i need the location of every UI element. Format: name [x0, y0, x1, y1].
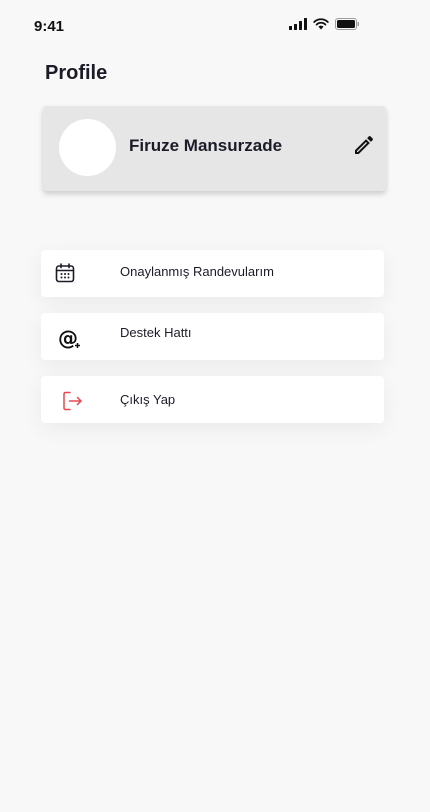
edit-profile-button[interactable] — [352, 133, 376, 157]
user-name: Firuze Mansurzade — [129, 136, 283, 155]
status-bar: 9:41 — [0, 0, 430, 52]
status-icons — [289, 18, 360, 30]
logout-icon — [61, 389, 85, 413]
menu-item-label: Destek Hattı — [120, 325, 192, 340]
status-time: 9:41 — [34, 18, 65, 35]
wifi-icon — [313, 18, 329, 30]
svg-text:@: @ — [58, 326, 78, 350]
menu-item-appointments[interactable]: Onaylanmış Randevularım — [41, 250, 384, 297]
signal-icon — [289, 18, 307, 30]
battery-icon — [335, 18, 359, 30]
menu-item-label: Çıkış Yap — [120, 392, 176, 407]
at-sign-icon: @ — [57, 326, 81, 350]
calendar-icon — [53, 261, 77, 285]
pencil-icon — [355, 135, 374, 154]
profile-card: Firuze Mansurzade — [43, 106, 386, 191]
avatar[interactable] — [59, 119, 116, 176]
menu-item-support[interactable]: @ Destek Hattı — [41, 313, 384, 360]
menu-item-label: Onaylanmış Randevularım — [120, 264, 274, 279]
page-title: Profile — [45, 62, 108, 84]
menu-item-logout[interactable]: Çıkış Yap — [41, 376, 384, 423]
